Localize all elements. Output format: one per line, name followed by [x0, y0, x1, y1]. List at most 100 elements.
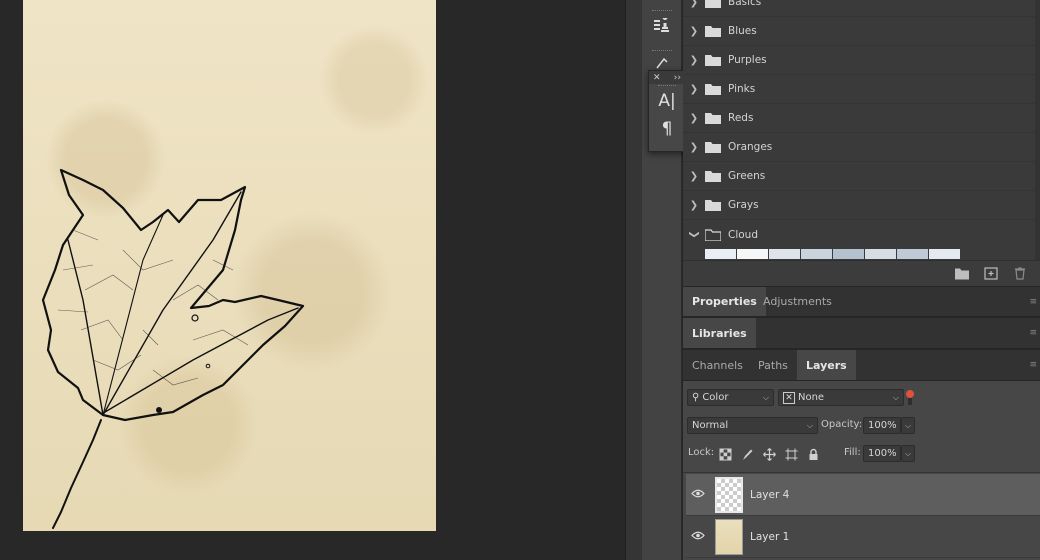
tab-libraries[interactable]: Libraries	[683, 318, 756, 348]
cloud-swatch-5[interactable]	[833, 249, 864, 259]
tab-layers[interactable]: Layers	[797, 350, 856, 380]
swatches-scrollbar[interactable]	[1035, 0, 1040, 260]
chevron-right-icon[interactable]: ❯	[683, 142, 705, 153]
chevron-right-icon[interactable]: ❯	[683, 26, 705, 37]
cloud-swatch-1[interactable]	[705, 249, 736, 259]
panel-menu-icon[interactable]: ≡	[1029, 328, 1037, 338]
swatch-folder-greens[interactable]: ❯ Greens	[683, 162, 1035, 191]
document-canvas[interactable]	[23, 0, 436, 531]
opacity-dropdown[interactable]: ⌵	[901, 417, 915, 434]
opacity-input[interactable]: 100%	[863, 417, 901, 434]
new-swatch-icon[interactable]	[984, 267, 998, 280]
tab-label: Properties	[692, 295, 757, 308]
swatch-folder-label: Grays	[728, 199, 759, 211]
swatch-folder-label: Reds	[728, 112, 754, 124]
folder-open-icon	[705, 228, 721, 241]
chevron-down-icon: ⌵	[806, 420, 813, 430]
folder-icon	[705, 200, 721, 211]
character-icon[interactable]: A|	[649, 87, 685, 115]
cloud-swatch-2[interactable]	[737, 249, 768, 259]
swatch-folder-basics[interactable]: ❯ Basics	[683, 0, 1035, 17]
layer-thumbnail[interactable]	[715, 476, 743, 513]
swatch-folder-reds[interactable]: ❯ Reds	[683, 104, 1035, 133]
cloud-swatch-7[interactable]	[897, 249, 928, 259]
chevron-right-icon[interactable]: ❯	[683, 200, 705, 211]
trash-icon[interactable]	[1013, 267, 1027, 280]
chevron-down-icon: ⌵	[904, 420, 911, 430]
layer-row-layer-4[interactable]: Layer 4	[686, 474, 1040, 516]
new-group-folder-icon[interactable]	[955, 267, 969, 280]
swatch-folder-label: Blues	[728, 25, 757, 37]
filter-indicator-dot	[906, 390, 914, 398]
swatch-folder-purples[interactable]: ❯ Purples	[683, 46, 1035, 75]
properties-tab-bar: Properties Adjustments ≡	[683, 286, 1040, 317]
chevron-down-icon[interactable]: ❯	[689, 224, 700, 246]
lock-all-icon[interactable]	[807, 448, 820, 461]
folder-icon	[705, 142, 721, 153]
close-icon[interactable]: ✕	[653, 73, 661, 83]
chevron-right-icon[interactable]: ❯	[683, 0, 705, 8]
leaf-illustration	[41, 168, 305, 529]
filter-kind-value: Color	[702, 392, 729, 403]
swatch-folder-cloud[interactable]: ❯ Cloud	[683, 220, 1035, 249]
layer-name[interactable]: Layer 1	[750, 531, 789, 543]
blend-mode-value: Normal	[692, 420, 729, 431]
folder-icon	[705, 55, 721, 66]
tab-label: Paths	[758, 358, 788, 372]
layer-row-layer-1[interactable]: Layer 1	[686, 516, 1040, 558]
lock-image-pixels-icon[interactable]	[741, 448, 754, 461]
search-icon: ⚲	[692, 392, 700, 403]
none-swatch-icon: ✕	[783, 391, 795, 404]
filter-value: None	[798, 392, 825, 403]
chevron-right-icon[interactable]: ❯	[683, 171, 705, 182]
chevron-right-icon[interactable]: ❯	[683, 55, 705, 66]
clone-source-icon[interactable]	[650, 14, 674, 38]
character-mini-panel: ✕ ›› A| ¶	[648, 70, 686, 152]
lock-transparent-pixels-icon[interactable]	[719, 448, 732, 461]
panel-grip[interactable]	[652, 10, 672, 13]
blend-mode-select[interactable]: Normal ⌵	[687, 417, 818, 434]
tab-channels[interactable]: Channels	[683, 350, 752, 380]
swatch-folder-label: Pinks	[728, 83, 756, 95]
panel-menu-icon[interactable]: ≡	[1029, 360, 1037, 370]
cloud-swatch-row	[705, 249, 960, 259]
lock-position-icon[interactable]	[763, 448, 776, 461]
cloud-swatch-3[interactable]	[769, 249, 800, 259]
layer-thumbnail[interactable]	[715, 518, 743, 555]
layer-name[interactable]: Layer 4	[750, 489, 789, 501]
cloud-swatch-4[interactable]	[801, 249, 832, 259]
fill-dropdown[interactable]: ⌵	[901, 445, 915, 462]
expand-panels-icon[interactable]: ››	[674, 73, 681, 83]
panel-grip[interactable]	[652, 50, 672, 53]
lock-artboard-icon[interactable]	[785, 448, 798, 461]
swatch-folder-pinks[interactable]: ❯ Pinks	[683, 75, 1035, 104]
swatch-folder-blues[interactable]: ❯ Blues	[683, 17, 1035, 46]
filter-value-select[interactable]: ✕ None ⌵	[778, 389, 904, 406]
cloud-swatch-6[interactable]	[865, 249, 896, 259]
filter-kind-select[interactable]: ⚲ Color ⌵	[687, 389, 774, 406]
filter-toggle-switch[interactable]	[906, 390, 915, 406]
panel-menu-icon[interactable]: ≡	[1029, 297, 1037, 307]
folder-icon	[705, 26, 721, 37]
visibility-eye-icon[interactable]	[686, 488, 710, 501]
tab-label: Libraries	[692, 326, 747, 340]
chevron-right-icon[interactable]: ❯	[683, 113, 705, 124]
tab-label: Layers	[806, 358, 847, 372]
fill-input[interactable]: 100%	[863, 445, 901, 462]
divider	[683, 472, 1040, 473]
tab-adjustments[interactable]: Adjustments	[754, 287, 841, 316]
paragraph-icon[interactable]: ¶	[649, 115, 685, 143]
fill-label: Fill:	[844, 447, 861, 458]
swatch-folder-oranges[interactable]: ❯ Oranges	[683, 133, 1035, 162]
visibility-eye-icon[interactable]	[686, 530, 710, 543]
swatches-list[interactable]: ❯ Basics ❯ Blues ❯ Purples ❯ Pinks ❯ Red…	[683, 0, 1040, 260]
chevron-down-icon: ⌵	[762, 392, 769, 402]
path-select-icon[interactable]	[650, 56, 674, 70]
tab-paths[interactable]: Paths	[749, 350, 797, 380]
chevron-right-icon[interactable]: ❯	[683, 84, 705, 95]
swatch-folder-label: Cloud	[728, 228, 758, 241]
swatch-folder-label: Oranges	[728, 141, 773, 153]
swatch-folder-grays[interactable]: ❯ Grays	[683, 191, 1035, 220]
panel-grip[interactable]	[658, 85, 676, 88]
cloud-swatch-8[interactable]	[929, 249, 960, 259]
